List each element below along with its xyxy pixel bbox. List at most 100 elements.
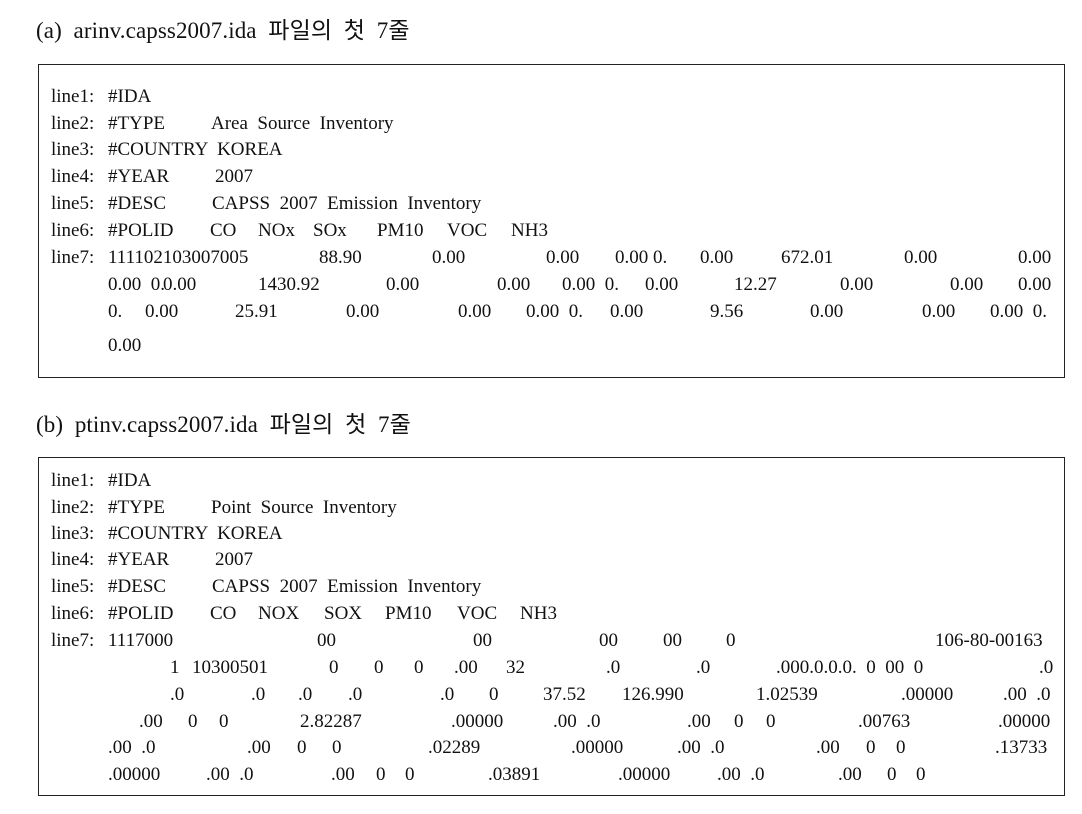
section-a-line6-field: PM10 <box>377 220 424 241</box>
section-b-line7-value: 0 <box>489 684 499 705</box>
section-a-line7-value: 0.00 <box>950 274 984 295</box>
section-a-line7-value: 0.00 <box>163 274 197 295</box>
section-b-line2-field: #TYPE <box>108 497 165 518</box>
section-b-line7-value: 00 <box>473 630 492 651</box>
section-b-line7-value: .0 <box>440 684 455 705</box>
section-a-line7-value: 0.00 <box>700 247 734 268</box>
section-b-line7-value: .00 <box>139 711 163 732</box>
section-b-line5-field: CAPSS 2007 Emission Inventory <box>212 576 482 597</box>
section-b-line7-value: .00 <box>331 764 355 785</box>
section-b-line7-value: .0 <box>606 657 621 678</box>
section-b-line7-value: .0 <box>1039 657 1054 678</box>
section-b-line7-value: .13733 <box>995 737 1048 758</box>
section-b-line7-value: 2.82287 <box>300 711 362 732</box>
section-b-line7-value: .00000 <box>451 711 504 732</box>
section-a-line7-value: 0.00 <box>546 247 580 268</box>
section-a-line7-value: 0.00 0. <box>108 274 165 295</box>
section-a-caption: (a) arinv.capss2007.ida 파일의 첫 7줄 <box>36 18 410 43</box>
section-a-line1-field: #IDA <box>108 86 152 107</box>
section-b-line7-value: .00 <box>454 657 478 678</box>
section-a-line7-value: 0.00 <box>904 247 938 268</box>
section-b-line7-value: .0 <box>348 684 363 705</box>
section-a-line4-field: 2007 <box>215 166 253 187</box>
section-b-line6-field: VOC <box>457 603 498 624</box>
line-label: line6: <box>51 603 95 624</box>
section-a-line7-value: 0.00 <box>108 335 142 356</box>
section-a-line7-value: 88.90 <box>319 247 362 268</box>
section-a-line7-value: 0.00 0. <box>562 274 619 295</box>
section-a-line7-value: 12.27 <box>734 274 777 295</box>
section-b-line7-value: .0 <box>170 684 185 705</box>
section-a-line7-value: 0.00 <box>645 274 679 295</box>
section-b-line7-value: 0 <box>766 711 776 732</box>
line-label: line5: <box>51 576 95 597</box>
section-b-caption: (b) ptinv.capss2007.ida 파일의 첫 7줄 <box>36 412 411 437</box>
section-b-line7-value: 1 <box>170 657 180 678</box>
section-b-line7-value: .03891 <box>488 764 541 785</box>
line-label: line2: <box>51 497 95 518</box>
section-b-line2-field: Point Source Inventory <box>211 497 397 518</box>
section-b-line6-field: CO <box>210 603 237 624</box>
section-b-line7-value: .00763 <box>858 711 911 732</box>
line-label: line7: <box>51 247 95 268</box>
section-b-line4-field: 2007 <box>215 549 253 570</box>
line-label: line3: <box>51 523 95 544</box>
section-a-line2-field: #TYPE <box>108 113 165 134</box>
section-b-line7-value: 1117000 <box>108 630 174 651</box>
section-a-line6-field: VOC <box>447 220 488 241</box>
line-label: line4: <box>51 549 95 570</box>
section-b-line7-value: 0 <box>374 657 384 678</box>
line-label: line3: <box>51 139 95 160</box>
section-b-line7-value: .0 <box>251 684 266 705</box>
section-b-line1-field: #IDA <box>108 470 152 491</box>
section-b-line7-value: 00 <box>599 630 618 651</box>
line-label: line7: <box>51 630 95 651</box>
section-a-line7-value: 0.00 <box>1018 274 1052 295</box>
section-a-line7-value: 9.56 <box>710 301 744 322</box>
section-a-line4-field: #YEAR <box>108 166 170 187</box>
section-b-line7-value: 37.52 <box>543 684 586 705</box>
section-a-line7-value: 1430.92 <box>258 274 320 295</box>
section-a-line7-value: 0.00 <box>386 274 420 295</box>
section-b-line7-value: 106-80-00163 <box>935 630 1043 651</box>
section-a-line6-field: #POLID <box>108 220 174 241</box>
section-a-line7-value: 0.00 0. <box>526 301 583 322</box>
section-a-line7-value: 111102103007005 <box>108 247 249 268</box>
section-b-line7-value: 0 <box>376 764 386 785</box>
section-b-line7-value: .00 <box>687 711 711 732</box>
section-a-line7-value: 25.91 <box>235 301 278 322</box>
section-b-line6-field: PM10 <box>385 603 432 624</box>
section-a-line7-value: 0.00 <box>145 301 179 322</box>
section-a-line2-field: Area Source Inventory <box>211 113 394 134</box>
section-b-line7-value: .00 <box>816 737 840 758</box>
section-b-line7-value: .00000 <box>998 711 1051 732</box>
section-a-line6-field: NOx <box>258 220 295 241</box>
line-label: line5: <box>51 193 95 214</box>
line-label: line1: <box>51 86 95 107</box>
section-b-line7-value: .0 <box>298 684 313 705</box>
section-b-line7-value: .00000 <box>901 684 954 705</box>
section-b-line6-field: SOX <box>324 603 363 624</box>
section-a-line5-field: CAPSS 2007 Emission Inventory <box>212 193 482 214</box>
section-b-line7-value: 0 <box>332 737 342 758</box>
section-b-line7-value: 0 <box>297 737 307 758</box>
section-a-line7-value: 0.00 <box>346 301 380 322</box>
section-b-line7-value: .00 .0 <box>206 764 254 785</box>
section-b-line7-value: .02289 <box>428 737 481 758</box>
section-b-line7-value: 0 <box>414 657 424 678</box>
section-b-line7-value: .00000 <box>571 737 624 758</box>
section-b-file-box <box>38 457 1065 796</box>
section-a-line3-field: #COUNTRY KOREA <box>108 139 283 160</box>
section-b-line5-field: #DESC <box>108 576 167 597</box>
line-label: line4: <box>51 166 95 187</box>
section-b-line7-value: 0 <box>916 764 926 785</box>
section-b-line7-value: 0 <box>188 711 198 732</box>
section-b-line7-value: .0 <box>696 657 711 678</box>
section-b-line7-value: 00 <box>663 630 682 651</box>
section-b-line7-value: 1.02539 <box>756 684 818 705</box>
section-b-line7-value: 0 <box>219 711 229 732</box>
section-b-line6-field: #POLID <box>108 603 174 624</box>
section-a-line5-field: #DESC <box>108 193 167 214</box>
section-a-line6-field: NH3 <box>511 220 548 241</box>
section-a-line7-value: 0.00 <box>922 301 956 322</box>
